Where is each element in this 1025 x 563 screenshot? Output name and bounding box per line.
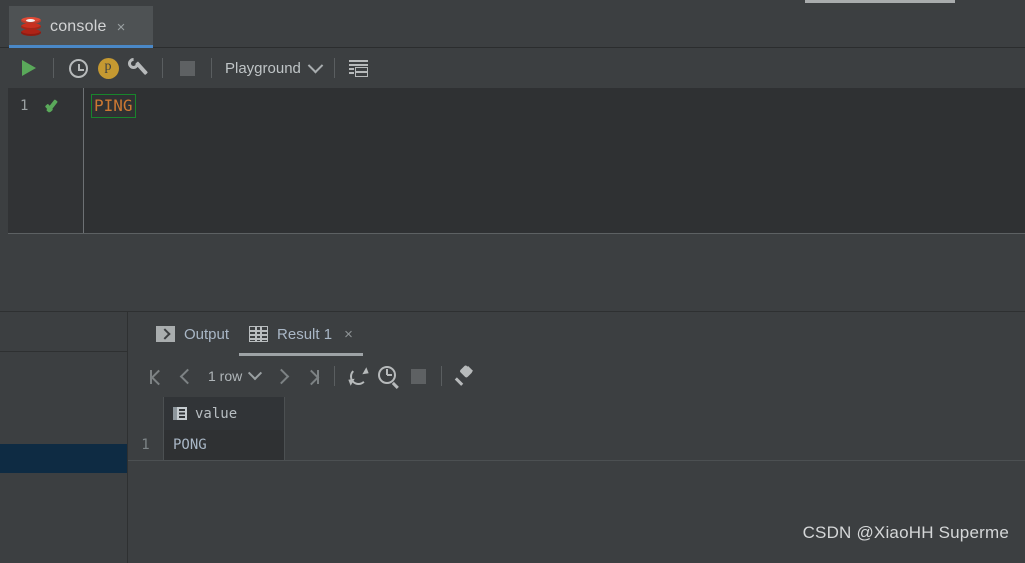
- tab-result-1[interactable]: Result 1 ×: [239, 312, 363, 356]
- schema-selector[interactable]: Playground: [221, 57, 325, 77]
- p-badge-icon: p: [97, 57, 119, 79]
- stop-square-icon: [179, 60, 195, 76]
- query-history-button[interactable]: [373, 361, 403, 391]
- chevron-down-icon: [248, 366, 263, 381]
- chevron-down-icon: [307, 57, 324, 73]
- refresh-button[interactable]: [343, 361, 373, 391]
- run-button[interactable]: [14, 53, 44, 83]
- stop-query-button[interactable]: [403, 361, 433, 391]
- close-icon[interactable]: ×: [117, 20, 126, 35]
- cell-value[interactable]: PONG: [164, 430, 285, 460]
- pin-icon: [455, 364, 475, 386]
- editor-gutter: 1: [8, 88, 84, 233]
- row-count-selector[interactable]: 1 row: [202, 366, 266, 384]
- schema-selector-label: Playground: [225, 59, 301, 77]
- editor-toolbar: p Playground: [0, 48, 1025, 88]
- editor-bottom-left-edge: [0, 233, 8, 270]
- grid-corner-cell[interactable]: [128, 397, 164, 430]
- code-token-ping: PING: [91, 94, 136, 118]
- grid-header-row: value: [128, 397, 1025, 430]
- next-page-button[interactable]: [266, 361, 296, 391]
- code-editor[interactable]: 1 PING: [0, 88, 1025, 270]
- clock-icon: [68, 58, 88, 78]
- table-grid-icon: [349, 59, 369, 77]
- clock-search-icon: [377, 365, 399, 389]
- play-icon: [22, 60, 36, 76]
- table-view-button[interactable]: [344, 53, 374, 83]
- line-number: 1: [20, 98, 29, 114]
- tab-result-1-label: Result 1: [277, 325, 333, 343]
- toolbar-divider: [211, 58, 212, 78]
- first-page-button[interactable]: [142, 361, 172, 391]
- redis-logo-icon: [21, 17, 41, 37]
- last-page-button[interactable]: [296, 361, 326, 391]
- row-count-label: 1 row: [208, 368, 243, 384]
- toolbar-divider: [53, 58, 54, 78]
- watermark-text: CSDN @XiaoHH Superme: [802, 523, 1009, 542]
- output-console-icon: [156, 326, 175, 342]
- tab-output-label: Output: [184, 325, 230, 343]
- close-icon[interactable]: ×: [344, 327, 353, 342]
- toolbar-divider: [334, 366, 336, 386]
- gutter-left-strip: [0, 88, 8, 233]
- toolbar-divider: [441, 366, 443, 386]
- refresh-icon: [346, 366, 371, 386]
- editor-code-area[interactable]: PING: [86, 88, 1025, 233]
- previous-page-button[interactable]: [172, 361, 202, 391]
- pin-tab-button[interactable]: [450, 361, 480, 391]
- tab-output[interactable]: Output: [146, 312, 239, 356]
- profile-button[interactable]: p: [93, 53, 123, 83]
- left-panel-header: [0, 312, 127, 352]
- history-button[interactable]: [63, 53, 93, 83]
- ide-window: console × p Playground 1 PING Output Res…: [0, 0, 1025, 563]
- window-edge-stub: [805, 0, 955, 3]
- go-to-last-icon: [303, 369, 320, 385]
- settings-button[interactable]: [123, 53, 153, 83]
- result-toolbar: 1 row: [128, 356, 1025, 396]
- go-to-previous-icon: [179, 368, 195, 384]
- editor-tab-bar: console ×: [0, 0, 1025, 48]
- wrench-icon: [125, 55, 149, 78]
- toolbar-divider: [162, 58, 163, 78]
- column-header-label: value: [195, 405, 238, 422]
- green-check-icon: [46, 98, 64, 113]
- left-panel-selected-row[interactable]: [0, 444, 127, 473]
- tab-console-label: console: [50, 18, 107, 35]
- go-to-first-icon: [149, 369, 166, 385]
- tab-console[interactable]: console ×: [9, 6, 153, 48]
- result-tab-bar: Output Result 1 ×: [128, 312, 1025, 356]
- editor-bottom-band: [8, 233, 1025, 270]
- result-panel: Output Result 1 × 1 row value 1 PONG CSD…: [128, 312, 1025, 563]
- column-icon: [173, 407, 187, 420]
- stop-square-icon: [410, 368, 426, 384]
- column-header-value[interactable]: value: [164, 397, 285, 430]
- table-row[interactable]: 1 PONG: [128, 430, 1025, 461]
- result-table-icon: [249, 326, 269, 342]
- toolbar-divider: [333, 58, 335, 78]
- editor-results-splitter[interactable]: [0, 270, 1025, 312]
- row-number[interactable]: 1: [128, 430, 164, 460]
- go-to-next-icon: [273, 368, 290, 384]
- stop-button[interactable]: [172, 53, 202, 83]
- left-tool-panel: [0, 312, 128, 563]
